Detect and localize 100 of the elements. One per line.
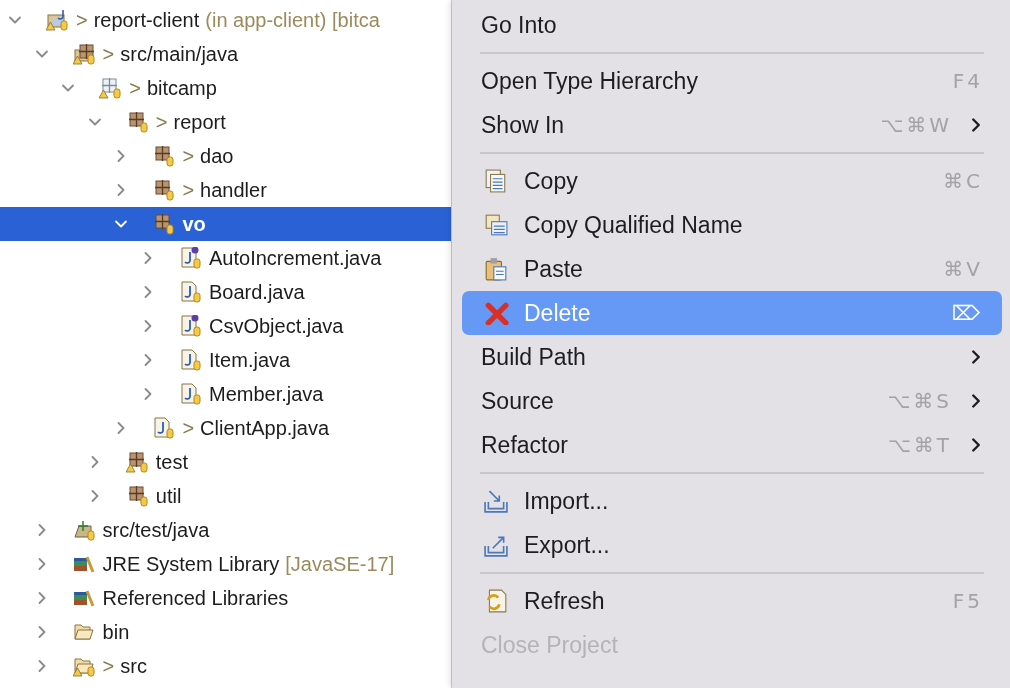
tree-label: CsvObject.java bbox=[209, 316, 344, 336]
tree-row[interactable]: vo bbox=[0, 207, 451, 241]
tree-row[interactable]: Referenced Libraries bbox=[0, 581, 451, 615]
menu-item[interactable]: Import... bbox=[462, 479, 1002, 523]
menu-label: Copy bbox=[524, 166, 578, 196]
interface-icon bbox=[179, 247, 201, 269]
tree-label: Member.java bbox=[209, 384, 324, 404]
tree-row[interactable]: > src/main/java bbox=[0, 37, 451, 71]
tree-row[interactable]: bin bbox=[0, 615, 451, 649]
menu-item[interactable]: Build Path bbox=[462, 335, 1002, 379]
modified-mark: > bbox=[102, 44, 115, 64]
tree-label: bitcamp bbox=[146, 78, 217, 98]
menu-item[interactable]: Refactor ⌥⌘T bbox=[462, 423, 1002, 467]
tree-row[interactable]: util bbox=[0, 479, 451, 513]
shortcut-label: ⌦ bbox=[951, 300, 983, 327]
source-folder-icon bbox=[72, 43, 95, 65]
tree-label: test bbox=[155, 452, 189, 472]
tree-row[interactable]: > src bbox=[0, 649, 451, 683]
menu-label: Refresh bbox=[524, 586, 605, 616]
package-icon bbox=[125, 451, 148, 473]
tree-row[interactable]: src/test/java bbox=[0, 513, 451, 547]
tree-row[interactable]: Item.java bbox=[0, 343, 451, 377]
tree-label: AutoIncrement.java bbox=[209, 248, 382, 268]
shortcut-label: ⌥⌘S bbox=[887, 388, 952, 415]
class-icon bbox=[179, 349, 201, 371]
folder-icon bbox=[72, 621, 95, 643]
tree-label: bin bbox=[102, 622, 130, 642]
menu-item[interactable]: Paste ⌘V bbox=[462, 247, 1002, 291]
tree-row[interactable]: JRE System Library [JavaSE-17] bbox=[0, 547, 451, 581]
modified-mark: > bbox=[182, 146, 195, 166]
class-icon bbox=[179, 383, 201, 405]
import-icon bbox=[481, 489, 511, 513]
package-icon bbox=[152, 145, 175, 167]
tree-row[interactable]: Member.java bbox=[0, 377, 451, 411]
menu-label: Show In bbox=[481, 110, 565, 140]
shortcut-label: ⌘C bbox=[943, 168, 983, 195]
tree-label: Referenced Libraries bbox=[102, 588, 289, 608]
tree-decoration: [JavaSE-17] bbox=[285, 554, 395, 574]
tree-row[interactable]: > report-client (in app-client) [bitca bbox=[0, 3, 451, 37]
tree-label: JRE System Library bbox=[102, 554, 280, 574]
modified-mark: > bbox=[102, 656, 115, 676]
tree-label: src bbox=[120, 656, 147, 676]
menu-label: Paste bbox=[524, 254, 583, 284]
menu-item[interactable]: Source ⌥⌘S bbox=[462, 379, 1002, 423]
modified-mark: > bbox=[76, 10, 88, 30]
tree-row[interactable]: > report bbox=[0, 105, 451, 139]
menu-label: Build Path bbox=[481, 342, 586, 372]
tree-label: src/test/java bbox=[102, 520, 210, 540]
modified-mark: > bbox=[155, 112, 168, 132]
interface-icon bbox=[179, 315, 201, 337]
project-icon bbox=[46, 9, 68, 31]
package-icon bbox=[152, 179, 175, 201]
menu-label: Refactor bbox=[481, 430, 568, 460]
menu-label: Export... bbox=[524, 530, 610, 560]
menu-item[interactable]: Go Into bbox=[462, 3, 1002, 47]
menu-item[interactable]: Copy Qualified Name bbox=[462, 203, 1002, 247]
tree-row[interactable]: Board.java bbox=[0, 275, 451, 309]
tree-row[interactable]: > ClientApp.java bbox=[0, 411, 451, 445]
modified-mark: > bbox=[182, 180, 195, 200]
test-folder-icon bbox=[72, 519, 95, 541]
menu-label: Open Type Hierarchy bbox=[481, 66, 698, 96]
folder-icon bbox=[72, 655, 95, 677]
tree-label: vo bbox=[182, 214, 206, 234]
menu-item[interactable]: Open Type Hierarchy F4 bbox=[462, 59, 1002, 103]
tree-label: handler bbox=[200, 180, 267, 200]
tree-row[interactable]: > bitcamp bbox=[0, 71, 451, 105]
shortcut-label: ⌥⌘T bbox=[887, 432, 952, 459]
tree-row[interactable]: > handler bbox=[0, 173, 451, 207]
shortcut-label: F5 bbox=[952, 588, 983, 615]
menu-label: Delete bbox=[524, 298, 591, 328]
tree-label: Board.java bbox=[209, 282, 305, 302]
menu-item[interactable]: Copy ⌘C bbox=[462, 159, 1002, 203]
class-icon bbox=[152, 417, 175, 439]
modified-mark: > bbox=[182, 418, 195, 438]
tree-row[interactable]: AutoIncrement.java bbox=[0, 241, 451, 275]
tree-row[interactable]: test bbox=[0, 445, 451, 479]
modified-mark: > bbox=[129, 78, 141, 98]
tree-label: ClientApp.java bbox=[200, 418, 330, 438]
tree-label: report-client bbox=[93, 10, 200, 30]
menu-item[interactable]: Export... bbox=[462, 523, 1002, 567]
menu-item[interactable]: Refresh F5 bbox=[462, 579, 1002, 623]
tree-label: dao bbox=[200, 146, 234, 166]
class-icon bbox=[179, 281, 201, 303]
menu-item[interactable]: Show In ⌥⌘W bbox=[462, 103, 1002, 147]
shortcut-label: ⌘V bbox=[943, 256, 983, 283]
package-icon bbox=[152, 213, 175, 235]
shortcut-label: ⌥⌘W bbox=[880, 112, 952, 139]
tree-label: util bbox=[155, 486, 182, 506]
tree-label: src/main/java bbox=[120, 44, 239, 64]
tree-row[interactable]: > dao bbox=[0, 139, 451, 173]
menu-label: Source bbox=[481, 386, 554, 416]
tree-label: report bbox=[173, 112, 226, 132]
shortcut-label: F4 bbox=[952, 68, 983, 95]
tree-decoration: (in app-client) [bitca bbox=[205, 10, 380, 30]
menu-label: Go Into bbox=[481, 10, 557, 40]
tree-row[interactable]: CsvObject.java bbox=[0, 309, 451, 343]
empty-package-icon bbox=[99, 77, 122, 99]
tree-label: Item.java bbox=[209, 350, 291, 370]
menu-label: Copy Qualified Name bbox=[524, 210, 743, 240]
menu-label: Import... bbox=[524, 486, 609, 516]
